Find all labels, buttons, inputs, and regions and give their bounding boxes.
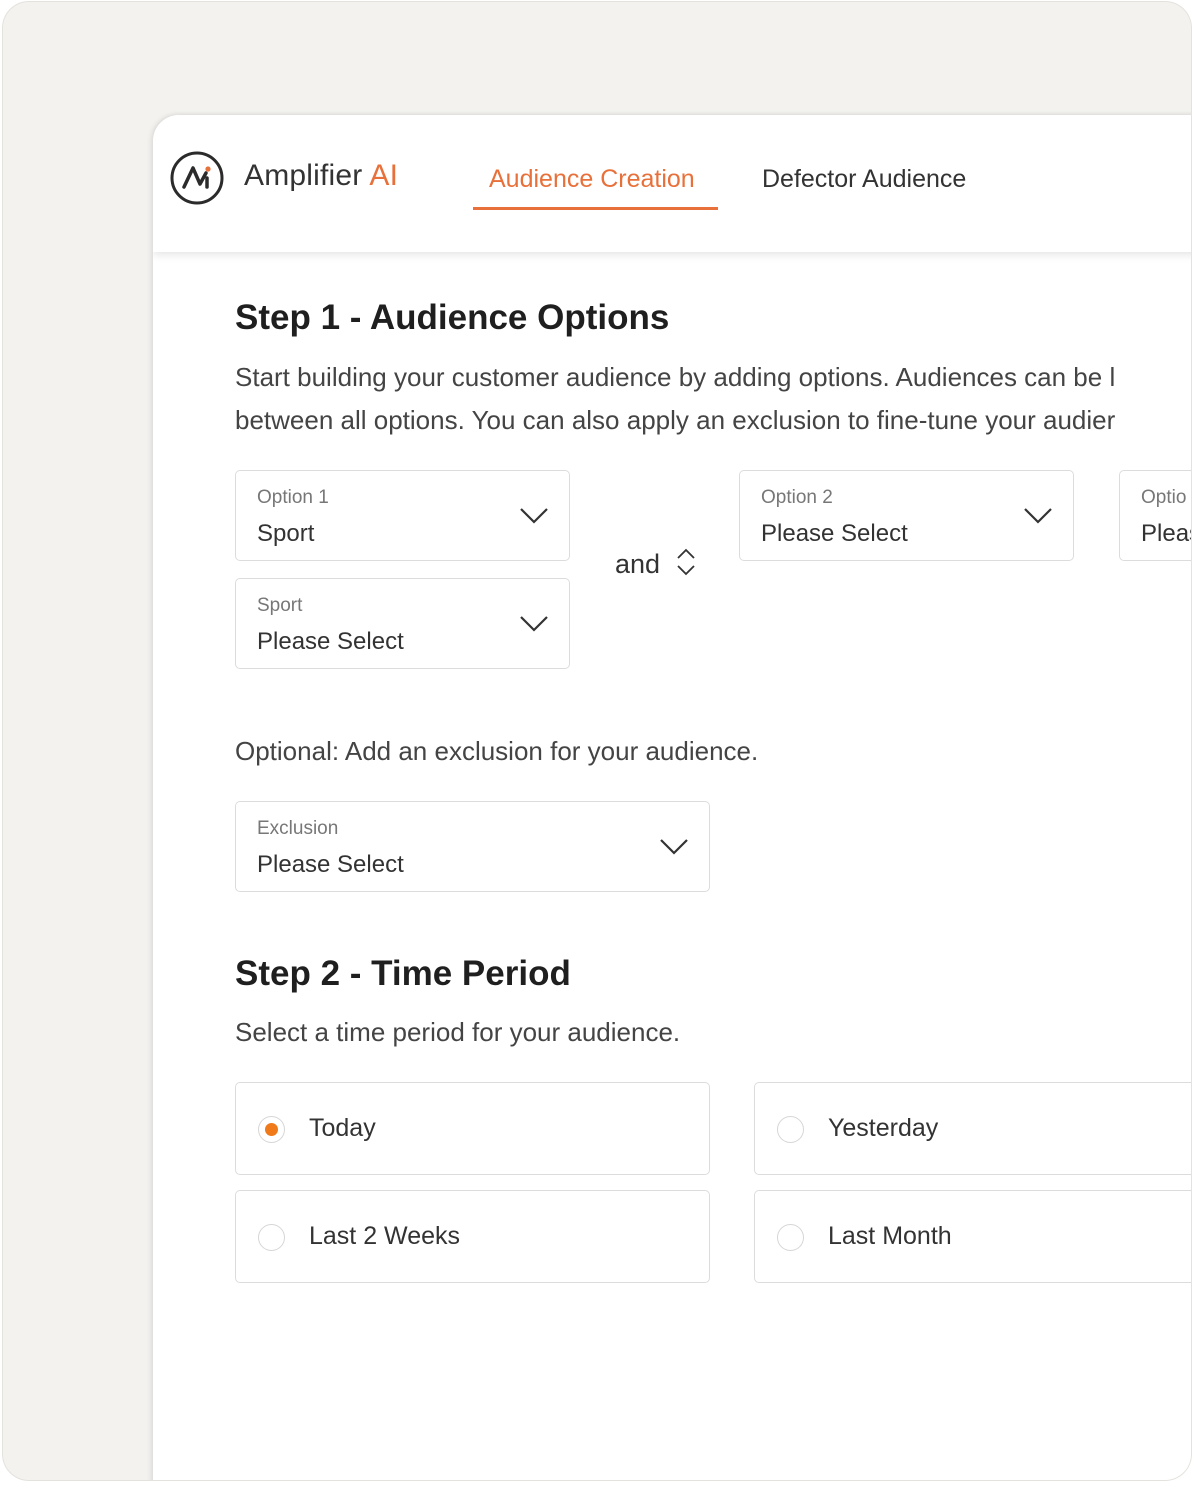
active-tab-indicator: [473, 207, 718, 210]
option3-label: Optio: [1141, 487, 1187, 508]
step2-title: Step 2 - Time Period: [235, 954, 571, 993]
radio-selected-icon[interactable]: [258, 1116, 285, 1143]
option1-sub-select[interactable]: Sport Please Select: [235, 578, 570, 669]
radio-unselected-icon[interactable]: [258, 1224, 285, 1251]
chevron-down-icon: [520, 616, 548, 632]
option3-select[interactable]: Optio Pleas: [1119, 470, 1191, 561]
step1-description-line2: between all options. You can also apply …: [235, 405, 1116, 435]
exclusion-value: Please Select: [257, 851, 404, 878]
step2-description: Select a time period for your audience.: [235, 1017, 681, 1047]
option2-value: Please Select: [761, 520, 908, 547]
time-option-today[interactable]: Today: [235, 1082, 710, 1175]
tab-audience-creation[interactable]: Audience Creation: [489, 165, 695, 194]
option1-value: Sport: [257, 520, 315, 547]
sort-toggle-icon[interactable]: [675, 547, 697, 577]
option2-select[interactable]: Option 2 Please Select: [739, 470, 1074, 561]
exclusion-select[interactable]: Exclusion Please Select: [235, 801, 710, 892]
exclusion-prompt: Optional: Add an exclusion for your audi…: [235, 736, 759, 766]
option1-select[interactable]: Option 1 Sport: [235, 470, 570, 561]
time-option-last-2-weeks[interactable]: Last 2 Weeks: [235, 1190, 710, 1283]
chevron-down-icon: [1024, 508, 1052, 524]
option1-sub-value: Please Select: [257, 628, 404, 655]
radio-unselected-icon[interactable]: [777, 1224, 804, 1251]
amplifier-logo-icon: [170, 151, 224, 205]
time-option-label: Last Month: [828, 1222, 952, 1250]
logo-name: Amplifier: [244, 159, 363, 192]
time-option-label: Today: [309, 1114, 376, 1142]
tab-defector-audience[interactable]: Defector Audience: [762, 165, 966, 194]
time-option-label: Last 2 Weeks: [309, 1222, 461, 1250]
time-option-label: Yesterday: [828, 1114, 939, 1142]
time-option-yesterday[interactable]: Yesterday: [754, 1082, 1191, 1175]
app-panel: Amplifier AI Audience Creation Defector …: [153, 115, 1191, 1480]
option2-label: Option 2: [761, 487, 833, 508]
operator-and-text[interactable]: and: [615, 549, 660, 580]
step1-title: Step 1 - Audience Options: [235, 298, 670, 337]
option1-sub-label: Sport: [257, 595, 303, 616]
chevron-down-icon: [520, 508, 548, 524]
exclusion-label: Exclusion: [257, 818, 339, 839]
chevron-down-icon: [660, 839, 688, 855]
top-nav: Amplifier AI Audience Creation Defector …: [153, 115, 1191, 252]
time-option-last-month[interactable]: Last Month: [754, 1190, 1191, 1283]
radio-unselected-icon[interactable]: [777, 1116, 804, 1143]
logo-ai-suffix: AI: [369, 159, 399, 192]
app-logo-text: Amplifier AI: [244, 159, 398, 193]
option1-label: Option 1: [257, 487, 329, 508]
step1-description-line1: Start building your customer audience by…: [235, 362, 1116, 392]
window-frame: Amplifier AI Audience Creation Defector …: [3, 2, 1191, 1480]
option3-value: Pleas: [1141, 520, 1191, 547]
